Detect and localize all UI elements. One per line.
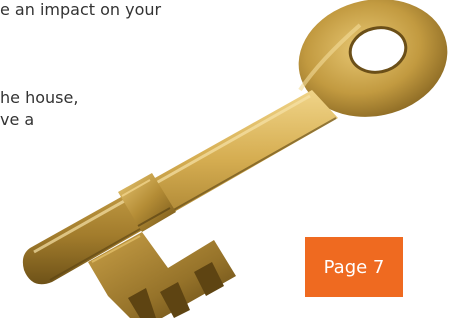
page-number-badge: Page 7 [305,237,403,297]
document-page: e an impact on your he house, ve a Page … [0,0,457,329]
key-shaft [22,90,338,285]
